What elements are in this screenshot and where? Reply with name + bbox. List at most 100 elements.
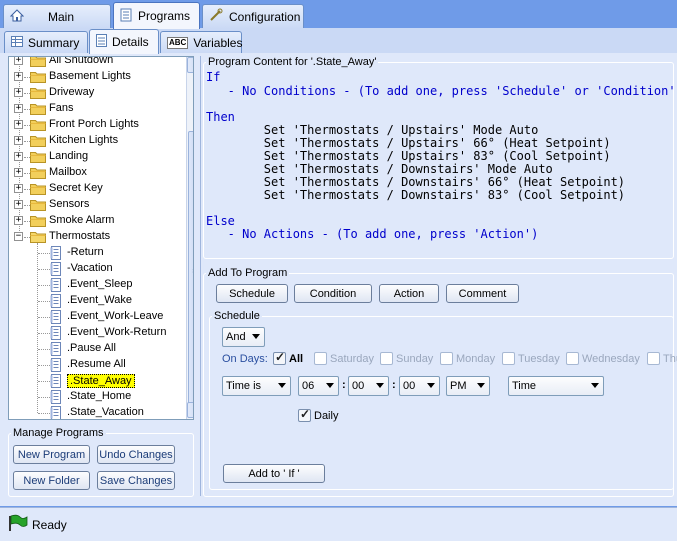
program-icon <box>50 310 62 324</box>
add-to-if-button[interactable]: Add to ' If ' <box>223 464 325 483</box>
program-tree[interactable]: ▲ ≡ ▼ + All Shutdown + Basement Lights + Driv… <box>8 56 194 420</box>
collapse-icon[interactable]: − <box>14 232 23 241</box>
tree-folder-label: Landing <box>49 150 89 162</box>
time-type-select[interactable]: Time <box>508 376 604 396</box>
dropdown-arrow-icon <box>278 383 286 388</box>
tab-configuration[interactable]: Configuration <box>202 4 304 28</box>
tree-folder-label: Secret Key <box>49 182 103 194</box>
day-label: Tuesday <box>518 353 560 365</box>
folder-icon <box>30 183 46 195</box>
day-checkbox[interactable] <box>440 352 453 365</box>
tree-line <box>38 269 50 270</box>
time-mode-select[interactable]: Time is <box>222 376 291 396</box>
expand-icon[interactable]: + <box>14 168 23 177</box>
add-to-program-title: Add To Program <box>206 267 290 279</box>
hour-value: 06 <box>302 380 315 392</box>
tree-folder-label: Smoke Alarm <box>49 214 115 226</box>
folder-icon <box>30 119 46 131</box>
new-folder-button[interactable]: New Folder <box>13 471 90 490</box>
tree-program-label: -Vacation <box>67 262 113 274</box>
comment-button[interactable]: Comment <box>446 284 519 303</box>
manage-programs-group: Manage Programs New Program Undo Changes… <box>8 427 194 497</box>
expand-icon[interactable]: + <box>14 152 23 161</box>
minute-select[interactable]: 00 <box>348 376 389 396</box>
tree-program-label: .Event_Work-Return <box>67 326 167 338</box>
day-label: Monday <box>456 353 496 365</box>
folder-icon <box>30 87 46 99</box>
condition-button[interactable]: Condition <box>294 284 372 303</box>
details-icon <box>96 34 107 50</box>
dropdown-arrow-icon <box>376 383 384 388</box>
schedule-title: Schedule <box>212 310 262 322</box>
day-checkbox[interactable] <box>647 352 660 365</box>
folder-icon <box>30 57 46 67</box>
folder-icon <box>30 135 46 147</box>
tree-scrollbar[interactable]: ▲ ≡ ▼ <box>186 57 193 419</box>
tree-line <box>38 381 50 382</box>
ampm-value: PM <box>450 380 467 392</box>
logic-select[interactable]: And <box>222 327 265 347</box>
action-button[interactable]: Action <box>379 284 439 303</box>
tree-program-label: .Resume All <box>67 358 126 370</box>
tree-folder-label: Sensors <box>49 198 90 210</box>
expand-icon[interactable]: + <box>14 216 23 225</box>
scroll-down-button[interactable]: ▼ <box>187 402 193 418</box>
expand-icon[interactable]: + <box>14 184 23 193</box>
folder-icon <box>30 215 46 227</box>
tree-line <box>38 253 50 254</box>
scroll-up-button[interactable]: ▲ <box>187 57 193 73</box>
day-checkbox[interactable] <box>566 352 579 365</box>
program-icon <box>50 278 62 292</box>
tree-line <box>38 301 50 302</box>
tab-main[interactable]: Main <box>3 4 111 28</box>
tree-program-label: .Event_Work-Leave <box>67 310 164 322</box>
daily-checkbox[interactable] <box>298 407 311 422</box>
hour-select[interactable]: 06 <box>298 376 339 396</box>
undo-changes-button[interactable]: Undo Changes <box>97 445 175 464</box>
day-checkbox[interactable] <box>502 352 515 365</box>
tab-variables-label: Variables <box>193 35 243 50</box>
tab-programs[interactable]: Programs <box>113 2 200 29</box>
table-icon <box>11 35 23 50</box>
new-program-button[interactable]: New Program <box>13 445 90 464</box>
program-icon <box>50 246 62 260</box>
expand-icon[interactable]: + <box>14 136 23 145</box>
expand-icon[interactable]: + <box>14 120 23 129</box>
status-bar: Ready <box>0 507 677 541</box>
time-type-value: Time <box>512 380 537 392</box>
day-checkbox[interactable] <box>380 352 393 365</box>
tree-program-label: .State_Vacation <box>67 406 144 418</box>
tree-program-label: -Return <box>67 246 104 258</box>
expand-icon[interactable]: + <box>14 88 23 97</box>
scroll-thumb[interactable]: ≡ <box>188 131 193 411</box>
expand-icon[interactable]: + <box>14 200 23 209</box>
tree-folder-label: All Shutdown <box>49 56 114 66</box>
program-icon <box>50 374 62 388</box>
tree-line <box>38 317 50 318</box>
expand-icon[interactable]: + <box>14 57 23 65</box>
tree-line <box>38 349 50 350</box>
logic-value: And <box>226 331 246 343</box>
folder-icon <box>30 167 46 179</box>
tree-folder-label: Driveway <box>49 86 95 98</box>
folder-icon <box>30 199 46 211</box>
schedule-button[interactable]: Schedule <box>216 284 288 303</box>
expand-icon[interactable]: + <box>14 104 23 113</box>
if-no-conditions: - No Conditions - (To add one, press 'Sc… <box>206 84 677 98</box>
tab-variables[interactable]: ABC Variables <box>160 31 242 53</box>
second-select[interactable]: 00 <box>399 376 440 396</box>
expand-icon[interactable]: + <box>14 72 23 81</box>
tree-folder-label: Fans <box>49 102 74 114</box>
day-checkbox[interactable] <box>314 352 327 365</box>
tree-line <box>38 413 50 414</box>
folder-icon <box>30 71 46 83</box>
ampm-select[interactable]: PM <box>446 376 490 396</box>
dropdown-arrow-icon <box>477 383 485 388</box>
save-changes-button[interactable]: Save Changes <box>97 471 175 490</box>
all-days-checkbox[interactable] <box>273 350 286 365</box>
folder-icon <box>30 151 46 163</box>
tab-details[interactable]: Details <box>89 29 159 54</box>
wrench-icon <box>209 8 223 25</box>
tree-program-label: .Event_Wake <box>67 294 133 306</box>
tab-summary[interactable]: Summary <box>4 31 88 53</box>
